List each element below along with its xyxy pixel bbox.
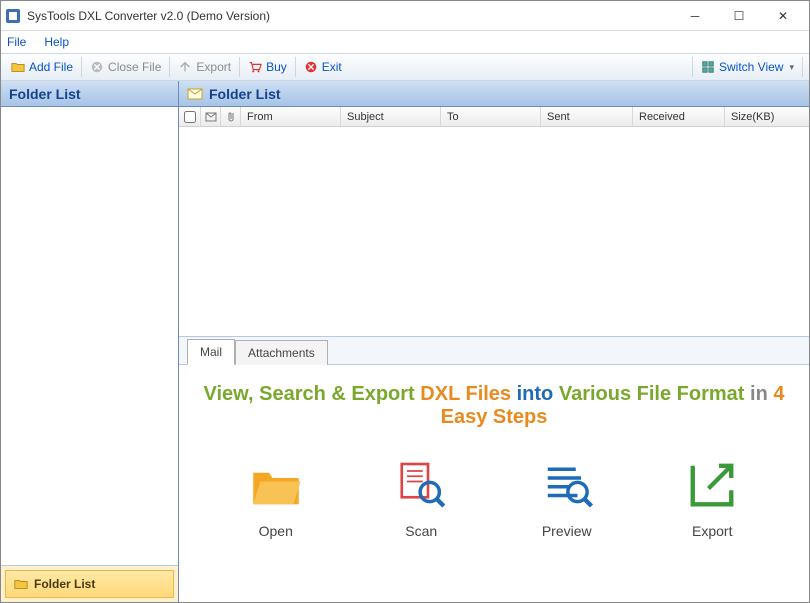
col-received[interactable]: Received <box>633 107 725 126</box>
export-button[interactable]: Export <box>172 58 237 76</box>
promo-steps: Open Scan Preview Export <box>203 457 785 539</box>
titlebar: SysTools DXL Converter v2.0 (Demo Versio… <box>1 1 809 31</box>
scan-icon <box>393 457 449 513</box>
menu-file[interactable]: File <box>7 35 26 49</box>
preview-icon <box>539 457 595 513</box>
export-icon <box>178 60 192 74</box>
promo-panel: View, Search & Export DXL Files into Var… <box>179 365 809 602</box>
column-headers: From Subject To Sent Received Size(KB) <box>179 107 809 127</box>
add-file-button[interactable]: Add File <box>5 58 79 76</box>
col-sent[interactable]: Sent <box>541 107 633 126</box>
step-export: Export <box>684 457 740 539</box>
menu-help[interactable]: Help <box>44 35 69 49</box>
select-all-checkbox[interactable] <box>184 111 196 123</box>
chevron-down-icon: ▾ <box>789 62 794 73</box>
exit-button[interactable]: Exit <box>298 58 348 76</box>
tab-attachments[interactable]: Attachments <box>235 340 328 365</box>
main-header: Folder List <box>179 81 809 107</box>
app-icon <box>5 8 21 24</box>
close-icon <box>90 60 104 74</box>
close-button[interactable]: ✕ <box>761 2 805 30</box>
sidebar-header: Folder List <box>1 81 178 107</box>
window-title: SysTools DXL Converter v2.0 (Demo Versio… <box>27 9 673 23</box>
toolbar: Add File Close File Export Buy Exit Swit… <box>1 53 809 81</box>
maximize-button[interactable]: ☐ <box>717 2 761 30</box>
menubar: File Help <box>1 31 809 53</box>
col-checkbox[interactable] <box>179 107 201 126</box>
content: Folder List Folder List Folder List From… <box>1 81 809 602</box>
tabs: Mail Attachments <box>179 337 809 365</box>
sidebar: Folder List Folder List <box>1 81 179 602</box>
export-arrow-icon <box>684 457 740 513</box>
cart-icon <box>248 60 262 74</box>
col-to[interactable]: To <box>441 107 541 126</box>
col-size[interactable]: Size(KB) <box>725 107 809 126</box>
minimize-button[interactable]: ─ <box>673 2 717 30</box>
tab-mail[interactable]: Mail <box>187 339 235 365</box>
col-icon[interactable] <box>201 107 221 126</box>
main-panel: Folder List From Subject To Sent Receive… <box>179 81 809 602</box>
exit-icon <box>304 60 318 74</box>
step-open: Open <box>248 457 304 539</box>
col-from[interactable]: From <box>241 107 341 126</box>
folder-icon <box>14 577 28 591</box>
mail-grid[interactable] <box>179 127 809 337</box>
sidebar-folder-list-button[interactable]: Folder List <box>5 570 174 598</box>
grid-icon <box>701 60 715 74</box>
step-preview: Preview <box>539 457 595 539</box>
switch-view-button[interactable]: Switch View ▾ <box>695 58 800 76</box>
paperclip-icon <box>226 111 236 123</box>
envelope-icon <box>187 86 203 102</box>
buy-button[interactable]: Buy <box>242 58 293 76</box>
folder-tree[interactable] <box>1 107 178 566</box>
step-scan: Scan <box>393 457 449 539</box>
col-subject[interactable]: Subject <box>341 107 441 126</box>
folder-open-icon <box>11 60 25 74</box>
col-attachment[interactable] <box>221 107 241 126</box>
promo-heading: View, Search & Export DXL Files into Var… <box>203 383 785 429</box>
open-folder-icon <box>248 457 304 513</box>
sidebar-footer: Folder List <box>1 566 178 602</box>
close-file-button[interactable]: Close File <box>84 58 167 76</box>
mail-icon <box>205 111 217 123</box>
